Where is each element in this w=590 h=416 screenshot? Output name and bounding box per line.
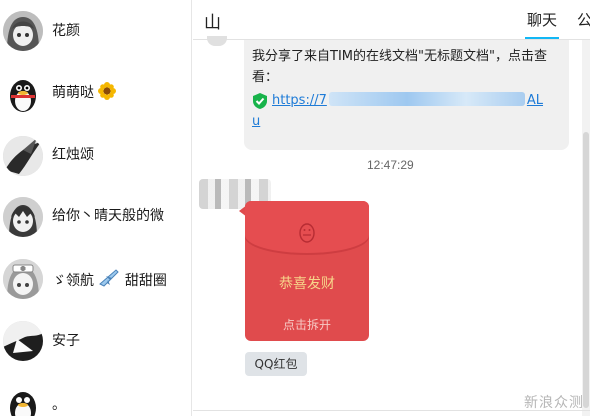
scrollbar-thumb[interactable] (583, 132, 589, 408)
scrollbar[interactable] (582, 40, 590, 416)
message-text: 我分享了来自TIM的在线文档"无标题文档"，点击查 (252, 49, 547, 64)
contact-name-wrap: 萌萌哒 (52, 82, 117, 102)
active-tab-indicator (525, 37, 559, 39)
tab-bulletin[interactable]: 公 (577, 9, 590, 30)
contact-list: 花颜 萌萌哒 红烛颂 给你丶晴天般的微 ゞ领航 甜甜圈 安子 。 (0, 0, 192, 416)
contact-item[interactable]: 花颜 (0, 0, 191, 62)
red-packet-greeting: 恭喜发财 (279, 276, 335, 292)
contact-name-wrap: ゞ领航 甜甜圈 (52, 267, 167, 290)
contact-item[interactable]: 安子 (0, 307, 191, 369)
red-packet-type-badge: QQ红包 (245, 352, 307, 376)
chat-message-area: 我分享了来自TIM的在线文档"无标题文档"，点击查 看： https://7 AL… (193, 36, 590, 416)
doc-link-continued[interactable]: u (252, 111, 559, 132)
contact-name: 花颜 (52, 23, 80, 39)
shield-check-icon (253, 92, 267, 109)
chat-title: 山 (204, 13, 221, 33)
watermark: 新浪众测 (524, 395, 584, 411)
contact-name: 安子 (52, 333, 80, 349)
contact-name: 红烛颂 (52, 147, 94, 163)
contact-item[interactable]: ゞ领航 甜甜圈 (0, 245, 191, 307)
anime-nurse-avatar-icon (3, 259, 43, 299)
silhouette-avatar-icon (3, 321, 43, 361)
shared-doc-message[interactable]: 我分享了来自TIM的在线文档"无标题文档"，点击查 看： https://7 AL… (244, 40, 569, 150)
contact-name: 。 (52, 397, 66, 413)
contact-name: 萌萌哒 (52, 85, 94, 101)
chat-header: 山 聊天 公 (193, 0, 590, 40)
qq-penguin-avatar-icon (3, 74, 43, 114)
contact-item[interactable]: 红烛颂 (0, 123, 191, 185)
anime-girl-avatar-icon (3, 11, 43, 51)
red-packet[interactable]: 恭喜发财 点击拆开 (245, 201, 369, 341)
airplane-icon (98, 267, 120, 287)
qq-penguin-avatar-icon (3, 384, 43, 416)
doc-link[interactable]: https://7 AL (272, 90, 543, 111)
tab-chat[interactable]: 聊天 (527, 9, 557, 30)
red-packet-open-label[interactable]: 点击拆开 (245, 316, 369, 333)
contact-name-suffix: 甜甜圈 (124, 273, 167, 289)
anime-boy-avatar-icon (3, 197, 43, 237)
contact-name: 给你丶晴天般的微 (52, 208, 164, 224)
qq-penguin-icon (299, 223, 315, 243)
message-text: 看： (252, 70, 279, 85)
contact-item[interactable]: 萌萌哒 (0, 62, 191, 124)
message-timestamp: 12:47:29 (367, 158, 414, 172)
sunflower-icon (98, 82, 117, 100)
contact-name: ゞ领航 (52, 273, 94, 289)
sender-avatar (207, 36, 227, 46)
bird-avatar-icon (3, 136, 43, 176)
doc-link-row: https://7 AL (252, 90, 559, 111)
contact-item[interactable]: 。 (0, 368, 191, 416)
contact-item[interactable]: 给你丶晴天般的微 (0, 184, 191, 246)
